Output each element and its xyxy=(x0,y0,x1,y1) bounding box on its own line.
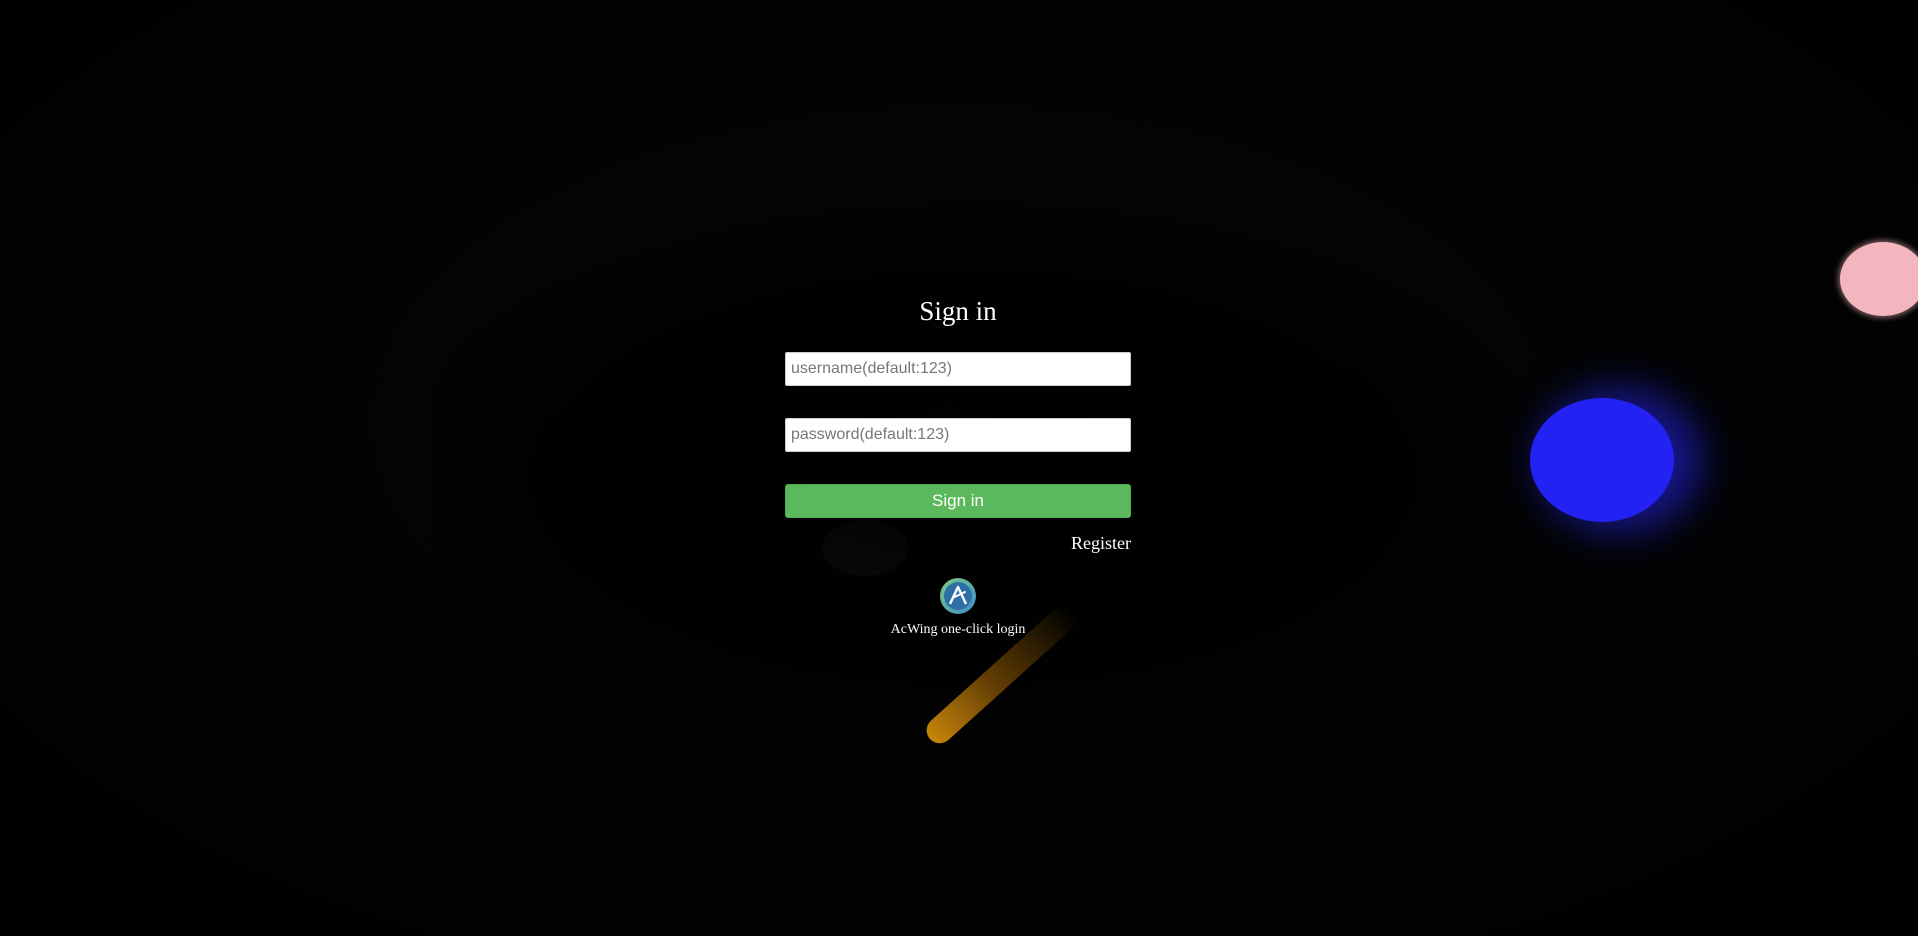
password-input[interactable] xyxy=(785,418,1131,452)
acwing-login: AcWing one-click login xyxy=(785,577,1131,638)
blue-ball xyxy=(1530,398,1674,522)
sign-in-button[interactable]: Sign in xyxy=(785,484,1131,518)
register-link[interactable]: Register xyxy=(785,531,1131,555)
pink-ball xyxy=(1840,242,1918,316)
login-title: Sign in xyxy=(919,296,997,326)
username-input[interactable] xyxy=(785,352,1131,386)
login-panel: Sign in Sign in Register xyxy=(785,288,1131,638)
acwing-logo-icon[interactable] xyxy=(939,577,977,615)
acwing-login-label[interactable]: AcWing one-click login xyxy=(785,622,1131,638)
username-field-row xyxy=(785,352,1131,386)
password-field-row xyxy=(785,418,1131,452)
game-background: Sign in Sign in Register xyxy=(0,0,1918,936)
